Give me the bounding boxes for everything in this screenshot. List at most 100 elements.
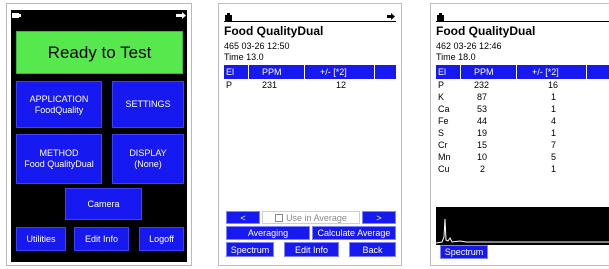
- time-info: Time 13.0: [224, 52, 264, 62]
- table-row: S 19 1: [436, 127, 609, 139]
- row-ppm: 231: [262, 80, 278, 90]
- display-button[interactable]: DISPLAY (None): [112, 134, 184, 184]
- spectrum-label: Spectrum: [230, 244, 270, 255]
- back-label: Back: [362, 244, 383, 255]
- row-ppm: 53: [477, 104, 488, 114]
- camera-button[interactable]: Camera: [65, 188, 142, 220]
- plug-icon: [387, 13, 395, 20]
- row-ppm: 15: [477, 140, 488, 150]
- row-err: 1: [551, 104, 557, 114]
- row-ppm: 19: [477, 128, 488, 138]
- row-element: P: [438, 80, 445, 90]
- averaging-label: Averaging: [247, 228, 289, 238]
- row-element: Mn: [438, 152, 451, 162]
- table-row: P 231 12: [224, 79, 396, 91]
- result-panel: Food QualityDual 465 03-26 12:50 Time 13…: [224, 12, 396, 262]
- row-ppm: 232: [474, 80, 490, 90]
- logoff-label: Logoff: [149, 233, 174, 244]
- edit-info-label: Edit Info: [84, 233, 119, 244]
- application-value: FoodQuality: [34, 104, 84, 115]
- record-info: 465 03-26 12:50: [224, 41, 290, 51]
- row-err: 7: [551, 140, 557, 150]
- time-info: Time 18.0: [436, 52, 476, 62]
- header-el: El: [438, 67, 447, 77]
- row-err: 1: [551, 164, 557, 174]
- row-ppm: 44: [477, 116, 488, 126]
- method-title: Food QualityDual: [224, 24, 324, 38]
- row-element: S: [438, 128, 445, 138]
- next-button[interactable]: >: [362, 211, 396, 224]
- previous-button[interactable]: <: [226, 211, 260, 224]
- results-table-header: El PPM +/- [*2]: [224, 65, 396, 79]
- row-err: 1: [551, 92, 557, 102]
- table-row: P 232 16: [436, 79, 609, 91]
- status-bar: [436, 12, 609, 22]
- row-element: K: [438, 92, 445, 102]
- header-ppm: PPM: [262, 67, 282, 77]
- row-err: 12: [336, 80, 347, 90]
- table-row: Cu 2 1: [436, 163, 609, 175]
- table-row: Ca 53 1: [436, 103, 609, 115]
- row-ppm: 87: [477, 92, 488, 102]
- spectrum-label: Spectrum: [444, 247, 484, 257]
- row-element: P: [226, 80, 233, 90]
- row-err: 5: [551, 152, 557, 162]
- row-ppm: 2: [480, 164, 486, 174]
- table-row: Mn 10 5: [436, 151, 609, 163]
- result-panel: Food QualityDual 462 03-26 12:46 Time 18…: [435, 12, 609, 262]
- result-screen-single: Food QualityDual 465 03-26 12:50 Time 13…: [218, 3, 402, 266]
- battery-icon: [12, 13, 21, 18]
- use-in-average-checkbox[interactable]: Use in Average: [262, 211, 360, 224]
- table-row: K 87 1: [436, 91, 609, 103]
- settings-label: SETTINGS: [125, 99, 171, 109]
- use-in-average-label: Use in Average: [286, 212, 347, 223]
- spectrum-button[interactable]: Spectrum: [226, 242, 274, 257]
- utilities-label: Utilities: [26, 233, 56, 244]
- header-el: El: [226, 67, 235, 77]
- ready-to-test-banner[interactable]: Ready to Test: [16, 31, 183, 74]
- header-err: +/- [*2]: [320, 67, 347, 77]
- status-bar: [224, 12, 396, 22]
- method-value: Food QualityDual: [24, 159, 94, 169]
- result-screen-multi: Food QualityDual 462 03-26 12:46 Time 18…: [430, 3, 609, 266]
- plug-icon: [176, 12, 186, 19]
- edit-info-label: Edit Info: [294, 244, 329, 255]
- back-button[interactable]: Back: [349, 242, 396, 257]
- main-menu-panel: Ready to Test APPLICATION FoodQuality SE…: [11, 10, 187, 262]
- edit-info-button[interactable]: Edit Info: [74, 227, 129, 251]
- row-err: 1: [551, 128, 557, 138]
- next-label: >: [376, 212, 382, 223]
- spectrum-trace: [435, 218, 609, 244]
- ready-to-test-label: Ready to Test: [47, 42, 152, 62]
- row-element: Cu: [438, 164, 450, 174]
- display-label: DISPLAY: [129, 148, 167, 158]
- header-err: +/- [*2]: [532, 67, 559, 77]
- spectrum-plot: [435, 207, 609, 245]
- checkbox-box[interactable]: [275, 213, 284, 222]
- row-element: Ca: [438, 104, 450, 114]
- application-button[interactable]: APPLICATION FoodQuality: [16, 81, 102, 128]
- averaging-button[interactable]: Averaging: [226, 226, 310, 240]
- row-element: Cr: [438, 140, 448, 150]
- row-ppm: 10: [477, 152, 488, 162]
- spectrum-button[interactable]: Spectrum: [440, 245, 488, 259]
- results-table-body: P 232 16 K 87 1 Ca 53 1 Fe 44 4 S 19 1 C…: [436, 79, 609, 175]
- battery-icon: [437, 13, 444, 21]
- display-value: (None): [134, 159, 162, 169]
- previous-label: <: [240, 212, 246, 223]
- application-label: APPLICATION: [29, 93, 89, 104]
- utilities-button[interactable]: Utilities: [16, 227, 66, 251]
- calculate-average-button[interactable]: Calculate Average: [312, 226, 396, 240]
- edit-info-button[interactable]: Edit Info: [284, 242, 339, 257]
- method-title: Food QualityDual: [436, 24, 536, 38]
- row-err: 16: [548, 80, 559, 90]
- battery-icon: [225, 13, 232, 21]
- record-info: 462 03-26 12:46: [436, 41, 502, 51]
- table-row: Cr 15 7: [436, 139, 609, 151]
- logoff-button[interactable]: Logoff: [139, 227, 184, 251]
- row-element: Fe: [438, 116, 449, 126]
- method-button[interactable]: METHOD Food QualityDual: [16, 134, 102, 184]
- main-menu-screen: Ready to Test APPLICATION FoodQuality SE…: [6, 3, 192, 266]
- settings-button[interactable]: SETTINGS: [112, 81, 184, 128]
- method-label: METHOD: [39, 148, 79, 158]
